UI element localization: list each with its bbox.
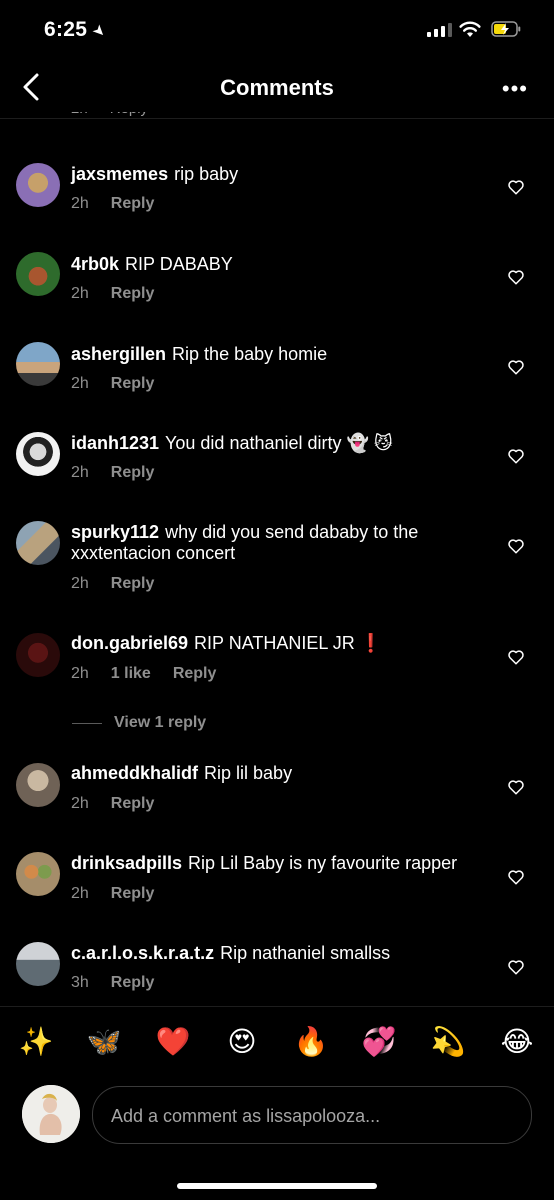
avatar[interactable] bbox=[16, 633, 60, 677]
avatar[interactable] bbox=[16, 852, 60, 896]
user-photo-icon bbox=[22, 1085, 80, 1143]
wifi-icon bbox=[459, 21, 481, 37]
avatar[interactable] bbox=[16, 521, 60, 565]
like-heart-icon[interactable] bbox=[507, 358, 525, 376]
comment-text: RIP NATHANIEL JR ❗ bbox=[194, 633, 383, 653]
reply-button[interactable]: Reply bbox=[111, 195, 155, 212]
reply-button[interactable]: Reply bbox=[173, 665, 217, 682]
view-replies-button[interactable]: View 1 reply bbox=[72, 714, 206, 732]
reply-button[interactable]: Reply bbox=[111, 885, 155, 902]
comment-username[interactable]: spurky112 bbox=[71, 522, 159, 542]
status-time: 6:25 ➤ bbox=[44, 18, 110, 42]
comment-text: RIP DABABY bbox=[125, 254, 233, 274]
emoji-dizzy-button[interactable]: 💫 bbox=[430, 1025, 466, 1061]
comment-username[interactable]: ahmeddkhalidf bbox=[71, 763, 198, 783]
like-heart-icon[interactable] bbox=[507, 447, 525, 465]
comment-username[interactable]: 4rb0k bbox=[71, 254, 119, 274]
like-heart-icon[interactable] bbox=[507, 958, 525, 976]
more-options-button[interactable]: ••• bbox=[502, 76, 528, 102]
cellular-signal-icon bbox=[427, 23, 452, 37]
comment-time: 2h bbox=[71, 575, 89, 592]
comment-username[interactable]: drinksadpills bbox=[71, 853, 182, 873]
comment-composer bbox=[92, 1086, 532, 1145]
emoji-sparkles-button[interactable]: ✨ bbox=[18, 1025, 54, 1061]
comment-text: Rip Lil Baby is ny favourite rapper bbox=[188, 853, 458, 873]
like-heart-icon[interactable] bbox=[507, 268, 525, 286]
page-title: Comments bbox=[220, 75, 334, 100]
reply-button[interactable]: Reply bbox=[111, 795, 155, 812]
comment-username[interactable]: don.gabriel69 bbox=[71, 633, 188, 653]
comment-username[interactable]: jaxsmemes bbox=[71, 164, 168, 184]
comment-time: 2h bbox=[71, 375, 89, 392]
comment-time: 2h bbox=[71, 665, 89, 682]
avatar[interactable] bbox=[16, 342, 60, 386]
like-heart-icon[interactable] bbox=[507, 178, 525, 196]
home-indicator[interactable] bbox=[177, 1183, 377, 1189]
avatar[interactable] bbox=[16, 432, 60, 476]
comment-time: 2h bbox=[71, 885, 89, 902]
comment-username[interactable]: ashergillen bbox=[71, 344, 166, 364]
comment-text: You did nathaniel dirty 👻 😼 bbox=[165, 433, 393, 453]
emoji-revolving-hearts-button[interactable]: 💞 bbox=[361, 1025, 397, 1061]
comments-header: Comments ••• bbox=[0, 62, 554, 119]
comment-username[interactable]: idanh1231 bbox=[71, 433, 159, 453]
comment-text: Rip the baby homie bbox=[172, 344, 328, 364]
reply-button[interactable]: Reply bbox=[111, 464, 155, 481]
avatar[interactable] bbox=[16, 252, 60, 296]
emoji-laughing-button[interactable]: 😂 bbox=[499, 1025, 535, 1061]
reply-button[interactable]: Reply bbox=[111, 575, 155, 592]
avatar[interactable] bbox=[16, 942, 60, 986]
status-bar: 6:25 ➤ bbox=[0, 0, 554, 60]
like-heart-icon[interactable] bbox=[507, 648, 525, 666]
reply-button[interactable]: Reply bbox=[111, 974, 155, 991]
likes-count[interactable]: 1 like bbox=[111, 665, 151, 682]
location-arrow-icon: ➤ bbox=[88, 20, 110, 42]
like-heart-icon[interactable] bbox=[507, 868, 525, 886]
like-heart-icon[interactable] bbox=[507, 537, 525, 555]
battery-charging-icon bbox=[491, 21, 521, 37]
comment-time: 2h bbox=[71, 464, 89, 481]
divider bbox=[72, 722, 102, 724]
avatar[interactable] bbox=[16, 163, 60, 207]
view-replies-label: View 1 reply bbox=[114, 714, 207, 731]
emoji-quick-bar: ✨ 🦋 ❤️ 😍 🔥 💞 💫 😂 bbox=[0, 1006, 554, 1083]
reply-button[interactable]: Reply bbox=[111, 285, 155, 302]
comment-text: Rip lil baby bbox=[204, 763, 293, 783]
comment-time: 3h bbox=[71, 974, 89, 991]
comment-time: 2h bbox=[71, 285, 89, 302]
current-user-avatar bbox=[22, 1085, 80, 1143]
like-heart-icon[interactable] bbox=[507, 778, 525, 796]
avatar[interactable] bbox=[16, 763, 60, 807]
comment-input[interactable] bbox=[109, 1087, 513, 1145]
emoji-butterfly-button[interactable]: 🦋 bbox=[86, 1025, 122, 1061]
reply-button[interactable]: Reply bbox=[111, 375, 155, 392]
comment-time: 2h bbox=[71, 195, 89, 212]
emoji-heart-button[interactable]: ❤️ bbox=[155, 1025, 191, 1061]
comment-text: Rip nathaniel smallss bbox=[220, 943, 391, 963]
comment-time: 2h bbox=[71, 795, 89, 812]
emoji-fire-button[interactable]: 🔥 bbox=[293, 1025, 329, 1061]
comment-text: rip baby bbox=[174, 164, 239, 184]
emoji-heart-eyes-button[interactable]: 😍 bbox=[224, 1025, 260, 1061]
comment-username[interactable]: c.a.r.l.o.s.k.r.a.t.z bbox=[71, 943, 214, 963]
